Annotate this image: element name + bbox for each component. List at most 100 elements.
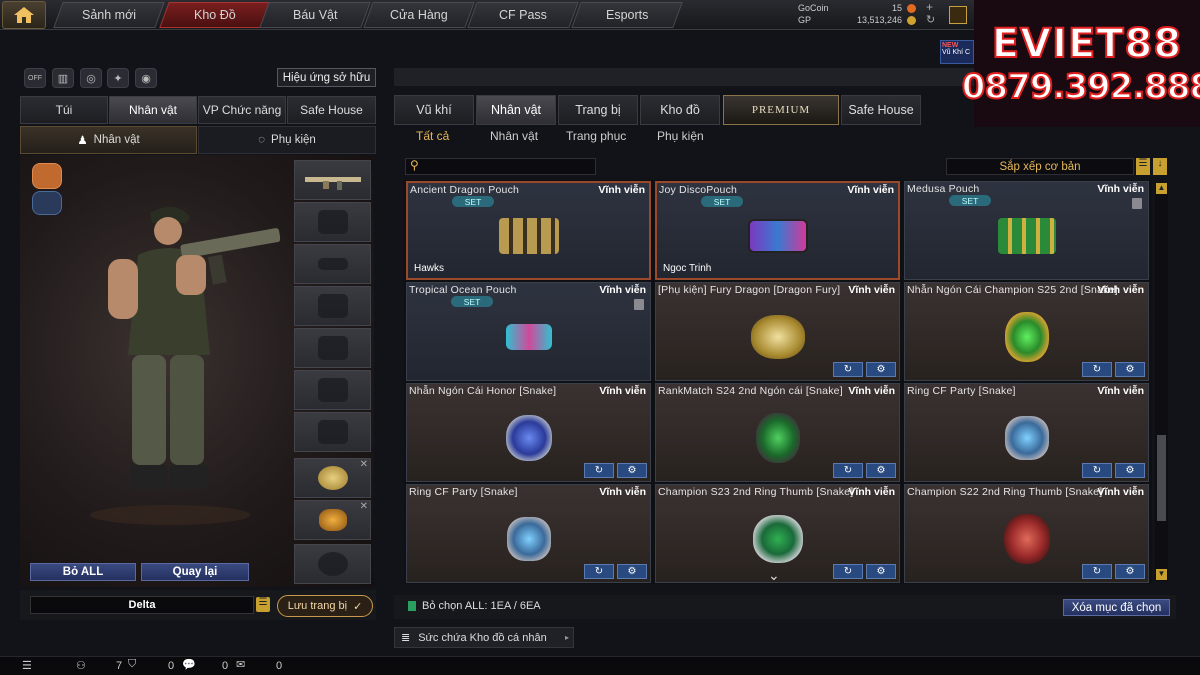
search-input[interactable]	[405, 158, 596, 175]
trash-icon[interactable]	[1132, 198, 1142, 209]
nav-tab-lobby[interactable]: Sảnh mới	[53, 2, 165, 28]
add-currency-icon[interactable]: +	[926, 0, 933, 14]
scroll-down-icon[interactable]: ▼	[1156, 569, 1167, 580]
team-emblem-alt-icon[interactable]	[32, 191, 62, 215]
gloves-icon	[317, 420, 348, 444]
item-card[interactable]: Medusa Pouch Vĩnh viễn SET	[904, 181, 1149, 280]
slot-vest[interactable]	[294, 286, 371, 326]
delete-selected-button[interactable]: Xóa mục đã chọn	[1063, 599, 1170, 616]
item-card[interactable]: Champion S23 2nd Ring Thumb [Snake] Vĩnh…	[655, 484, 900, 583]
tab-function-items[interactable]: VP Chức năng	[198, 96, 286, 124]
refresh-icon[interactable]: ↻	[926, 13, 935, 26]
mail-icon[interactable]: ✉	[236, 658, 245, 671]
tab-equipment[interactable]: Trang bị	[558, 95, 638, 125]
remove-icon[interactable]: ✕	[360, 501, 368, 512]
item-card[interactable]: Ring CF Party [Snake] Vĩnh viễn ↻ ⚙	[406, 484, 651, 583]
tab-safe-house[interactable]: Safe House	[287, 96, 376, 124]
item-card[interactable]: Ancient Dragon Pouch Vĩnh viễn SET Hawks	[406, 181, 651, 280]
auto-equip-icon[interactable]: ↻	[833, 362, 863, 377]
item-card[interactable]: Tropical Ocean Pouch Vĩnh viễn SET	[406, 282, 651, 381]
auto-equip-icon[interactable]: ↻	[833, 564, 863, 579]
settings-icon[interactable]: ⚙	[1115, 564, 1145, 579]
tab-weapons[interactable]: Vũ khí	[394, 95, 474, 125]
settings-icon[interactable]: ⚙	[617, 463, 647, 478]
auto-equip-icon[interactable]: ↻	[833, 463, 863, 478]
settings-icon[interactable]: ⚙	[866, 463, 896, 478]
list-view-icon[interactable]: ☰	[1136, 158, 1150, 175]
menu-icon[interactable]: ☰	[22, 659, 32, 672]
scroll-up-icon[interactable]: ▲	[1156, 183, 1167, 194]
slot-head[interactable]	[294, 202, 371, 242]
filter-character[interactable]: Nhân vật	[490, 129, 538, 147]
preset-name[interactable]: Delta	[30, 596, 254, 614]
settings-icon[interactable]: ⚙	[866, 564, 896, 579]
slot-ring-1[interactable]: ✕	[294, 458, 371, 498]
friends-icon[interactable]: ⚇	[76, 659, 86, 672]
auto-equip-icon[interactable]: ↻	[1082, 564, 1112, 579]
filter-all[interactable]: Tất cả	[416, 129, 449, 147]
tab-character[interactable]: Nhân vật	[109, 96, 197, 124]
settings-icon[interactable]: ⚙	[866, 362, 896, 377]
stats-icon[interactable]: ▥	[52, 68, 74, 88]
auto-equip-icon[interactable]: ↻	[1082, 362, 1112, 377]
settings-icon[interactable]: ⚙	[1115, 362, 1145, 377]
new-weapon-banner[interactable]: NEW Vũ Khí C	[940, 40, 974, 64]
pose-icon[interactable]: ✦	[107, 68, 129, 88]
auto-equip-icon[interactable]: ↻	[584, 564, 614, 579]
ownership-effect-button[interactable]: Hiệu ứng sở hữu	[277, 68, 376, 87]
nav-tab-cf-pass[interactable]: CF Pass	[467, 2, 579, 28]
toggle-off-icon[interactable]: OFF	[24, 68, 46, 88]
nav-tab-inventory[interactable]: Kho Đồ	[159, 2, 271, 28]
scroll-thumb[interactable]	[1157, 435, 1166, 521]
empty-ring-icon	[317, 552, 348, 576]
preset-menu-icon[interactable]: ☰	[256, 597, 270, 612]
tab-safe-house[interactable]: Safe House	[841, 95, 921, 125]
chat-icon[interactable]: 💬	[182, 658, 196, 671]
item-card[interactable]: [Phụ kiện] Fury Dragon [Dragon Fury] Vĩn…	[655, 282, 900, 381]
slot-backpack[interactable]	[294, 370, 371, 410]
slot-ring-2[interactable]: ✕	[294, 500, 371, 540]
promo-watermark: EVIET88 0879.392.888	[961, 0, 1200, 127]
item-card[interactable]: Champion S22 2nd Ring Thumb [Snake] Vĩnh…	[904, 484, 1149, 583]
chevron-down-icon[interactable]: ⌄	[768, 567, 780, 582]
slot-eyewear[interactable]	[294, 244, 371, 284]
tab-premium[interactable]: PREMIUM	[723, 95, 839, 125]
item-card[interactable]: Nhẫn Ngón Cái Champion S25 2nd [Snake] V…	[904, 282, 1149, 381]
remove-icon[interactable]: ✕	[360, 459, 368, 470]
tab-bag[interactable]: Túi	[20, 96, 108, 124]
sort-select[interactable]: Sắp xếp cơ bản	[946, 158, 1134, 175]
rotate-view-icon[interactable]: ◎	[80, 68, 102, 88]
tab-storage[interactable]: Kho đồ	[640, 95, 720, 125]
subtab-accessory[interactable]: ◌ Phụ kiện	[198, 126, 376, 154]
auto-equip-icon[interactable]: ↻	[1082, 463, 1112, 478]
tab-character[interactable]: Nhân vật	[476, 95, 556, 125]
settings-icon[interactable]: ⚙	[1115, 463, 1145, 478]
team-emblem-icon[interactable]	[32, 163, 62, 189]
subtab-character[interactable]: ♟ Nhân vật	[20, 126, 197, 154]
storage-capacity-button[interactable]: ≣ Sức chứa Kho đồ cá nhân ▸	[394, 627, 574, 648]
item-card[interactable]: RankMatch S24 2nd Ngón cái [Snake] Vĩnh …	[655, 383, 900, 482]
back-button[interactable]: Quay lại	[141, 563, 249, 581]
slot-ring-3[interactable]	[294, 544, 371, 584]
sort-order-icon[interactable]: ↓	[1153, 158, 1167, 175]
slot-gloves[interactable]	[294, 412, 371, 452]
slot-weapon[interactable]	[294, 160, 371, 200]
unequip-all-button[interactable]: Bỏ ALL	[30, 563, 136, 581]
scrollbar[interactable]: ▲ ▼	[1155, 183, 1168, 581]
mouse-icon[interactable]: ◉	[135, 68, 157, 88]
item-card[interactable]: Joy DiscoPouch Vĩnh viễn SET Ngoc Trinh	[655, 181, 900, 280]
filter-outfit[interactable]: Trang phục	[566, 129, 626, 147]
item-card[interactable]: Nhẫn Ngón Cái Honor [Snake] Vĩnh viễn ↻ …	[406, 383, 651, 482]
filter-accessory[interactable]: Phụ kiện	[657, 129, 704, 147]
nav-tab-esports[interactable]: Esports	[571, 2, 683, 28]
auto-equip-icon[interactable]: ↻	[584, 463, 614, 478]
item-card[interactable]: Ring CF Party [Snake] Vĩnh viễn ↻ ⚙	[904, 383, 1149, 482]
slot-body[interactable]	[294, 328, 371, 368]
home-button[interactable]	[2, 1, 46, 29]
settings-icon[interactable]: ⚙	[617, 564, 647, 579]
nav-tab-shop[interactable]: Cửa Hàng	[363, 2, 475, 28]
clan-icon[interactable]: ⛉	[128, 658, 136, 671]
save-loadout-button[interactable]: Lưu trang bị ✓	[277, 595, 373, 617]
trash-icon[interactable]	[634, 299, 644, 310]
nav-tab-treasure[interactable]: Báu Vật	[259, 2, 371, 28]
